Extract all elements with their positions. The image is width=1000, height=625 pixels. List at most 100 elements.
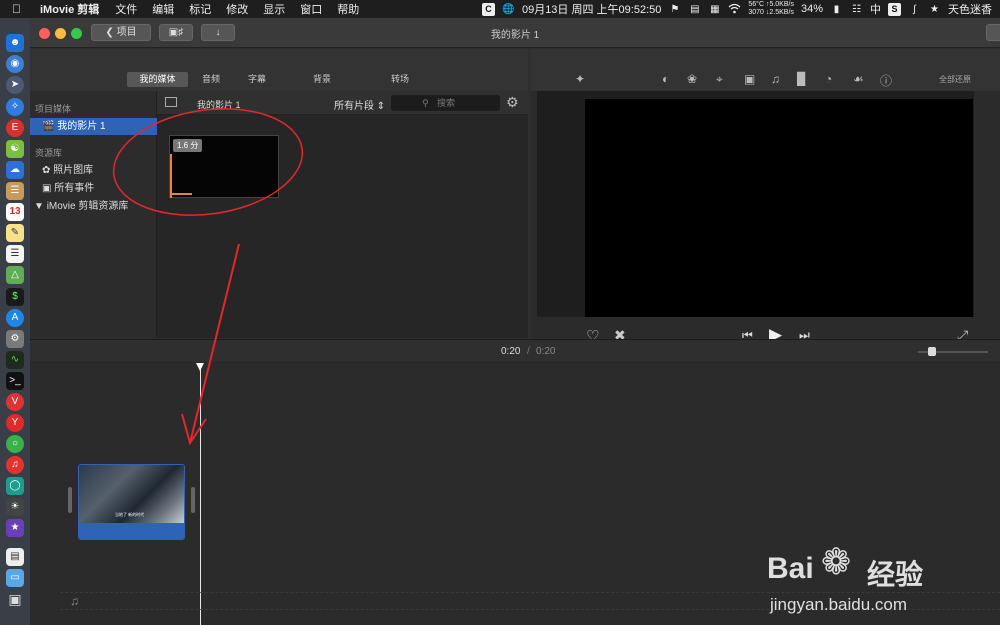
document-icon[interactable]: ▤ — [6, 548, 24, 566]
net-monitor[interactable]: 56°C ↑5.0KB/s 3070 ↓2.5KB/s — [748, 1, 794, 17]
updown-chevron-icon: ⇕ — [376, 101, 386, 112]
timeline-video-clip[interactable]: 当地了 新的时代 — [78, 464, 185, 540]
toggle-icon[interactable]: ▤ — [688, 3, 701, 16]
contacts-icon[interactable]: ☁ — [6, 161, 24, 179]
star-icon[interactable]: ★ — [928, 3, 941, 16]
libraries-heading: 资源库 — [35, 148, 63, 158]
disclosure-triangle-icon[interactable]: ▼ — [34, 201, 44, 212]
yandex-icon[interactable]: Y — [6, 414, 24, 432]
app-red-icon[interactable]: E — [6, 119, 24, 137]
sidebar-item-imovie-library[interactable]: ▼ iMovie 剪辑资源库 — [30, 198, 157, 215]
menu-file[interactable]: 文件 — [115, 1, 137, 17]
search-icon: ⚲ — [422, 98, 429, 108]
volume-icon[interactable]: ♫ — [771, 72, 780, 86]
menubar-datetime[interactable]: 09月13日 周四 上午09:52:50 — [522, 1, 661, 17]
launchpad-icon[interactable]: ◉ — [6, 55, 24, 73]
tab-titles[interactable]: 字幕 — [239, 72, 275, 87]
sidebar-toggle-icon[interactable] — [165, 97, 177, 107]
search-input[interactable]: ⚲ 搜索 — [391, 95, 500, 111]
menu-window[interactable]: 窗口 — [300, 1, 322, 17]
menu-view[interactable]: 显示 — [263, 1, 285, 17]
grid-icon[interactable]: ▦ — [708, 3, 721, 16]
speed-icon[interactable]: ◔ — [825, 72, 832, 86]
equalizer-icon[interactable]: ▉ — [797, 72, 806, 86]
crop-icon[interactable]: ⌖ — [716, 72, 723, 87]
clip-trim-left[interactable] — [68, 487, 72, 513]
reset-all-button[interactable]: 全部还原 — [939, 74, 971, 85]
project-media-heading: 项目媒体 — [35, 104, 72, 114]
console-icon[interactable]: $ — [6, 288, 24, 306]
media-browser: 我的影片 1 所有片段 ⇕ ⚲ 搜索 ⚙ 1.6 分 — [157, 91, 528, 338]
bluetooth-icon[interactable]: ∫ — [908, 3, 921, 16]
keyboard-icon[interactable]: ☷ — [850, 3, 863, 16]
tab-backgrounds[interactable]: 背景 — [304, 72, 340, 87]
imovie-window: ❮ 项目 ▣♯ ↓ 我的影片 1 我的媒体 音频 字幕 背景 转场 项目媒体 🎬… — [30, 18, 1000, 625]
color-palette-icon[interactable]: ❀ — [687, 72, 697, 86]
terminal-icon[interactable]: >_ — [6, 372, 24, 390]
netease-music-icon[interactable]: ♫ — [6, 456, 24, 474]
notes-icon[interactable]: ✎ — [6, 224, 24, 242]
menu-mark[interactable]: 标记 — [189, 1, 211, 17]
app-gray-icon[interactable]: ☀ — [6, 498, 24, 516]
sidebar-item-all-events[interactable]: ▣ 所有事件 — [30, 180, 157, 197]
filter-select[interactable]: 所有片段 ⇕ — [334, 97, 385, 112]
playhead-handle[interactable] — [196, 363, 204, 371]
flag-icon[interactable]: ⚑ — [668, 3, 681, 16]
trash-icon[interactable]: ▣ — [6, 590, 24, 608]
star-box-icon: ▣ — [42, 183, 52, 194]
imovie-icon[interactable]: ★ — [6, 519, 24, 537]
menubar-user[interactable]: 天色迷香 — [948, 1, 992, 17]
apple-menu-icon[interactable]:  — [12, 2, 26, 16]
input-method[interactable]: 中 — [870, 1, 881, 17]
tab-audio[interactable]: 音频 — [193, 72, 229, 87]
rocket-icon[interactable]: ➤ — [6, 76, 24, 94]
net-up: ↑5.0KB/s — [765, 1, 794, 8]
globe-icon[interactable]: 🌐 — [502, 3, 515, 16]
browser-title: 我的影片 1 — [197, 100, 241, 110]
wifi-icon[interactable] — [728, 3, 741, 16]
automator-icon[interactable]: ⚙ — [6, 330, 24, 348]
finder-icon[interactable]: ☻ — [6, 34, 24, 52]
status-c-icon[interactable]: C — [481, 2, 495, 16]
app-store-icon[interactable]: A — [6, 309, 24, 327]
camera-stabilize-icon[interactable]: ▣ — [744, 72, 755, 86]
sidebar-item-my-movie[interactable]: 🎬 我的影片 1 — [30, 118, 157, 135]
app-menu[interactable]: iMovie 剪辑 — [40, 1, 99, 17]
reminders-icon[interactable]: ☰ — [6, 245, 24, 263]
calendar-icon[interactable]: 13 — [6, 203, 24, 221]
notes-brown-icon[interactable]: ☰ — [6, 182, 24, 200]
video-preview[interactable] — [585, 99, 973, 317]
maps-icon[interactable]: △ — [6, 266, 24, 284]
playhead-marker — [170, 154, 172, 198]
safari-icon[interactable]: ✧ — [6, 98, 24, 116]
s-app-icon[interactable]: S — [888, 2, 901, 16]
vivaldi-icon[interactable]: V — [6, 393, 24, 411]
magic-wand-icon[interactable]: ✦ — [575, 72, 585, 86]
menu-help[interactable]: 帮助 — [337, 1, 359, 17]
zoom-slider-knob[interactable] — [928, 347, 936, 356]
watermark-url: jingyan.baidu.com — [770, 595, 908, 614]
settings-gear-icon[interactable]: ⚙ — [506, 94, 519, 111]
media-clip-thumbnail[interactable]: 1.6 分 — [169, 135, 279, 198]
timeline-playhead[interactable] — [200, 363, 201, 625]
menu-modify[interactable]: 修改 — [226, 1, 248, 17]
menu-edit[interactable]: 编辑 — [152, 1, 174, 17]
activity-monitor-icon[interactable]: ∿ — [6, 351, 24, 369]
zoom-slider[interactable] — [918, 347, 988, 356]
android-icon[interactable]: ☯ — [6, 140, 24, 158]
sidebar-item-photos[interactable]: ✿ 照片图库 — [30, 162, 157, 179]
app-teal-icon[interactable]: ◯ — [6, 477, 24, 495]
share-button[interactable] — [986, 24, 1000, 41]
wechat-icon[interactable]: ○ — [6, 435, 24, 453]
battery-icon[interactable]: ▮ — [830, 3, 843, 16]
clip-trim-right[interactable] — [191, 487, 195, 513]
tab-transitions[interactable]: 转场 — [382, 72, 418, 87]
search-placeholder: 搜索 — [437, 98, 456, 108]
tab-my-media[interactable]: 我的媒体 — [127, 72, 188, 87]
info-icon[interactable]: ⓘ — [880, 72, 892, 89]
color-balance-icon[interactable]: ◐ — [662, 72, 669, 86]
media-tabs: 我的媒体 音频 字幕 背景 转场 — [30, 49, 528, 91]
folder-icon[interactable]: ▭ — [6, 569, 24, 587]
clip-filter-icon[interactable]: ☙ — [853, 72, 864, 86]
watermark-brand-prefix: Bai — [767, 552, 814, 585]
